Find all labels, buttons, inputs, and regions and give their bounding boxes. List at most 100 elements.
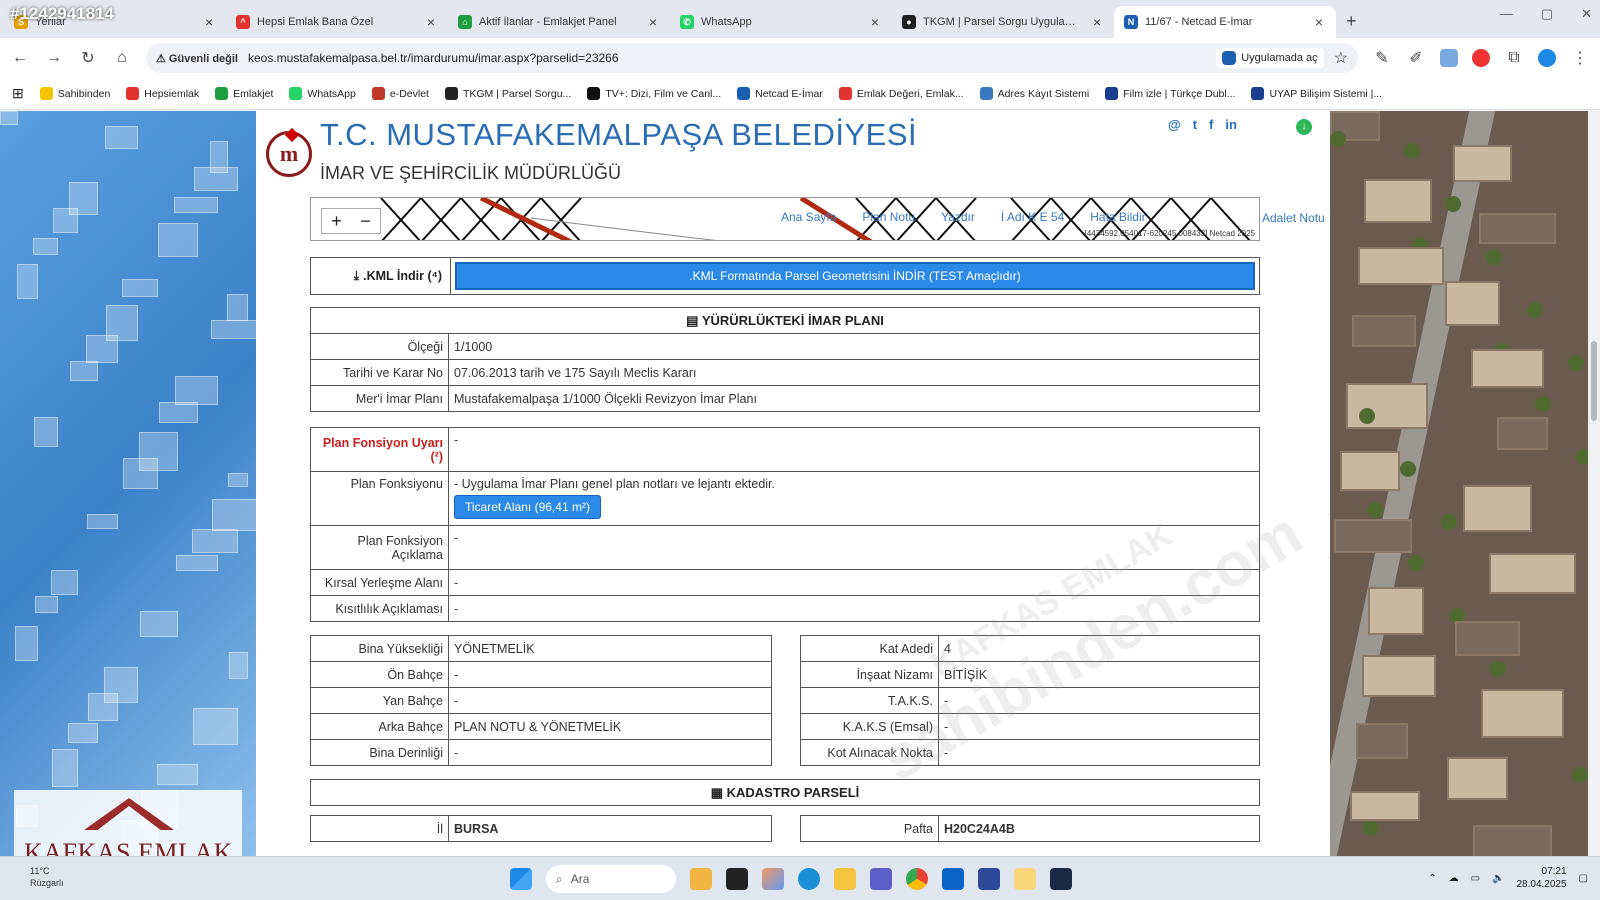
row-label: Yan Bahçe — [310, 687, 449, 714]
notification-icon[interactable]: ▢ — [1579, 873, 1588, 884]
map-link-island[interactable]: İ Adı K E 54 — [1001, 210, 1064, 224]
snipping-tool-icon[interactable] — [1014, 868, 1036, 890]
zoom-in-button[interactable]: + — [331, 211, 342, 232]
download-icon[interactable]: ↓ — [1296, 119, 1312, 135]
volume-icon[interactable]: 🔈 — [1492, 873, 1504, 884]
map-building-block — [157, 764, 198, 785]
pen-icon[interactable]: ✐ — [1406, 48, 1426, 68]
extensions-icon[interactable]: ⧉ — [1504, 49, 1524, 67]
map-building-block — [174, 197, 218, 213]
bookmark-star-icon[interactable]: ☆ — [1334, 48, 1348, 68]
row-label: Kot Alınacak Nokta — [800, 739, 939, 766]
browser-tab[interactable]: N 11/67 - Netcad E-İmar × — [1114, 6, 1336, 38]
task-view-icon[interactable] — [726, 868, 748, 890]
new-tab-button[interactable]: + — [1336, 11, 1367, 38]
menu-kebab-icon[interactable]: ⋮ — [1570, 48, 1590, 68]
app-icon[interactable] — [1050, 868, 1072, 890]
bookmark-item[interactable]: Hepsiemlak — [126, 87, 199, 100]
not-secure-label[interactable]: ⚠ Güvenli değil — [156, 52, 238, 65]
map-building-block — [51, 570, 78, 595]
open-in-app-button[interactable]: Uygulamada aç — [1216, 48, 1324, 68]
bookmark-item[interactable]: Emlak Değeri, Emlak... — [838, 87, 964, 100]
reload-icon[interactable]: ↻ — [78, 48, 98, 68]
apps-grid-icon[interactable]: ⊞ — [12, 85, 24, 102]
bookmark-item[interactable]: Netcad E-İmar — [737, 87, 823, 100]
aerial-house — [1497, 417, 1548, 450]
commercial-area-button[interactable]: Ticaret Alanı (96,41 m²) — [454, 495, 601, 519]
edge-icon[interactable] — [798, 868, 820, 890]
bookmark-item[interactable]: Sahibinden — [39, 87, 111, 100]
email-icon[interactable]: @ — [1168, 117, 1181, 132]
function-desc-value: - — [448, 525, 1260, 570]
close-tab-icon[interactable]: × — [868, 14, 882, 30]
windows-start-icon[interactable] — [510, 868, 532, 890]
adblock-extension-icon[interactable] — [1472, 49, 1490, 67]
browser-tab[interactable]: ✆ WhatsApp × — [670, 6, 892, 38]
map-link-adalet-notu[interactable]: Adalet Notu — [1262, 211, 1325, 225]
home-icon[interactable]: ⌂ — [112, 49, 132, 67]
file-explorer-icon[interactable] — [834, 868, 856, 890]
map-building-block — [17, 264, 38, 299]
back-icon[interactable]: ← — [10, 49, 30, 67]
bookmark-favicon-icon — [39, 87, 53, 100]
twitter-icon[interactable]: t — [1193, 117, 1197, 132]
maximize-icon[interactable]: ▢ — [1541, 6, 1553, 22]
weather-widget[interactable]: 11°C Rüzgarlı — [30, 865, 64, 889]
scrollbar-thumb[interactable] — [1591, 341, 1597, 421]
linkedin-icon[interactable]: in — [1225, 117, 1237, 132]
close-tab-icon[interactable]: × — [1090, 14, 1104, 30]
map-link-home[interactable]: Ana Sayfa — [781, 210, 836, 224]
map-building-block — [86, 335, 118, 363]
store-icon[interactable] — [978, 868, 1000, 890]
tray-chevron-icon[interactable]: ⌃ — [1428, 873, 1436, 884]
bookmark-favicon-icon — [444, 87, 458, 100]
profile-avatar[interactable] — [1538, 49, 1556, 67]
url-field[interactable]: ⚠ Güvenli değil keos.mustafakemalpasa.be… — [146, 43, 1358, 73]
bookmark-item[interactable]: Film izle | Türkçe Dubl... — [1105, 87, 1235, 100]
teams-icon[interactable] — [870, 868, 892, 890]
browser-tab[interactable]: ⌂ Aktif İlanlar - Emlakjet Panel × — [448, 6, 670, 38]
bookmark-item[interactable]: e-Devlet — [371, 87, 429, 100]
copilot-icon[interactable] — [762, 868, 784, 890]
building-right-table: Kat Adedi 4 İnşaat Nizamı BİTİŞİK T.A.K.S. - K… — [800, 635, 1260, 766]
map-link-plan-note[interactable]: Plan Notu — [862, 210, 915, 224]
aerial-house — [1471, 349, 1544, 388]
bookmark-item[interactable]: TKGM | Parsel Sorgu... — [444, 87, 571, 100]
bookmark-item[interactable]: WhatsApp — [289, 87, 356, 100]
map-link-report-error[interactable]: Hata Bildir — [1090, 210, 1145, 224]
close-tab-icon[interactable]: × — [202, 14, 216, 30]
zoom-out-button[interactable]: − — [360, 211, 371, 232]
eyedropper-icon[interactable]: ✎ — [1372, 48, 1392, 68]
network-icon[interactable]: ▭ — [1471, 873, 1480, 884]
chrome-icon[interactable] — [906, 868, 928, 890]
table-row: Bina Derinliği - — [310, 739, 772, 766]
close-tab-icon[interactable]: × — [424, 14, 438, 30]
kml-download-button[interactable]: .KML Formatında Parsel Geometrisini İNDİ… — [455, 262, 1255, 290]
bookmark-label: Sahibinden — [57, 87, 111, 100]
map-link-print[interactable]: Yazdır — [941, 210, 975, 224]
system-clock[interactable]: 07:21 28.04.2025 — [1516, 865, 1566, 891]
translate-extension-icon[interactable] — [1440, 49, 1458, 67]
facebook-icon[interactable]: f — [1209, 117, 1213, 132]
bookmark-item[interactable]: Emlakjet — [215, 87, 273, 100]
close-window-icon[interactable]: ✕ — [1581, 6, 1592, 22]
url-text[interactable]: keos.mustafakemalpasa.bel.tr/imardurumu/… — [248, 51, 1206, 65]
bookmark-favicon-icon — [215, 87, 229, 100]
browser-tab[interactable]: ● TKGM | Parsel Sorgu Uygulaması × — [892, 6, 1114, 38]
bookmark-item[interactable]: UYAP Bilişim Sistemi |... — [1251, 87, 1382, 100]
bookmark-item[interactable]: TV+: Dizi, Film ve Canl... — [587, 87, 721, 100]
page-scrollbar[interactable] — [1588, 111, 1600, 856]
outlook-icon[interactable] — [942, 868, 964, 890]
taskbar-search[interactable]: ⌕ Ara — [546, 865, 676, 893]
onedrive-icon[interactable]: ☁ — [1449, 873, 1459, 884]
parcel-map-view[interactable]: + − Ana Sayfa Plan Notu Yazdır İ Adı K E… — [310, 197, 1260, 241]
close-tab-icon[interactable]: × — [1312, 14, 1326, 30]
forward-icon[interactable]: → — [44, 49, 64, 67]
news-widget-icon[interactable] — [690, 868, 712, 890]
bookmark-item[interactable]: Adres Kayıt Sistemi — [979, 87, 1089, 100]
close-tab-icon[interactable]: × — [646, 14, 660, 30]
aerial-house — [1368, 587, 1424, 635]
minimize-icon[interactable]: — — [1500, 6, 1513, 22]
browser-tab[interactable]: ^ Hepsi Emlak Bana Özel × — [226, 6, 448, 38]
aerial-tree — [1330, 131, 1346, 147]
